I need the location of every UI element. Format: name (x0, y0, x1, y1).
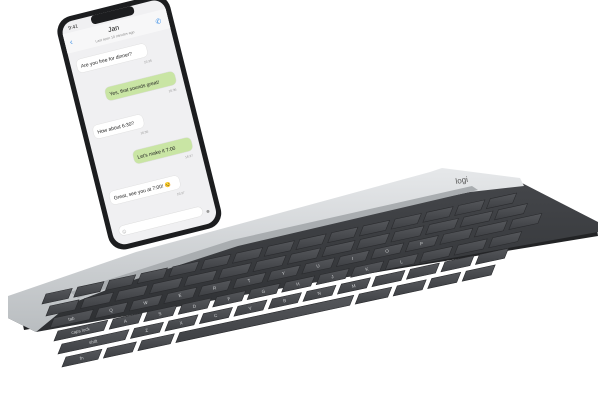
product-photo: logi tabQWERTYUIOPcaps lockASDFGHJKLshif… (8, 0, 598, 368)
key (354, 286, 393, 305)
key (392, 279, 427, 297)
key (371, 270, 406, 288)
key (461, 264, 496, 282)
keyboard: logi tabQWERTYUIOPcaps lockASDFGHJKLshif… (8, 168, 598, 368)
key (137, 333, 175, 352)
key (102, 341, 137, 359)
smartphone: 9:41 ‹ Jan Last seen 10 minutes ago ✆ Ar… (57, 0, 222, 250)
key (427, 271, 462, 289)
